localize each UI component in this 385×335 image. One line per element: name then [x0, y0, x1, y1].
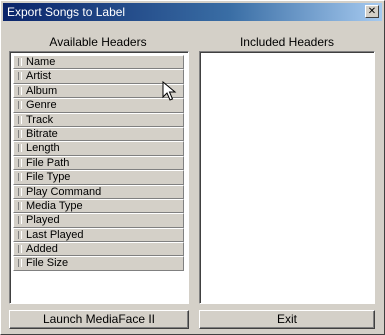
list-item-label: Bitrate	[26, 127, 58, 140]
arrow-cursor-icon	[162, 81, 177, 101]
drag-grip-icon	[18, 187, 22, 196]
list-item-label: Played	[26, 214, 60, 227]
list-item[interactable]: File Type	[13, 170, 184, 185]
drag-grip-icon	[18, 144, 22, 153]
list-item[interactable]: File Size	[13, 256, 184, 271]
included-headers-list[interactable]	[199, 51, 375, 304]
list-item-label: Media Type	[26, 199, 83, 212]
list-item-label: Name	[26, 56, 56, 68]
drag-grip-icon	[18, 201, 22, 210]
list-item-label: Length	[26, 142, 60, 155]
list-item[interactable]: Last Played	[13, 227, 184, 243]
list-item-label: Album	[26, 84, 58, 97]
available-items-container: Name Artist Album Genre Track Bitrate Length Fi…	[13, 55, 184, 271]
list-item-label: Added	[26, 243, 58, 256]
drag-grip-icon	[18, 216, 22, 225]
drag-grip-icon	[18, 158, 22, 167]
list-item[interactable]: Track	[13, 112, 184, 127]
exit-button[interactable]: Exit	[199, 310, 375, 329]
list-item[interactable]: Play Command	[13, 184, 184, 199]
drag-grip-icon	[18, 101, 22, 110]
list-item[interactable]: Played	[13, 213, 184, 228]
window-title: Export Songs to Label	[7, 5, 126, 19]
drag-grip-icon	[18, 115, 22, 124]
export-dialog: Export Songs to Label ✕ Available Header…	[0, 0, 385, 335]
close-icon: ✕	[367, 6, 377, 17]
drag-grip-icon	[18, 173, 22, 182]
list-item[interactable]: Artist	[13, 69, 184, 84]
included-headers-label: Included Headers	[239, 35, 335, 49]
list-item-label: Play Command	[26, 185, 102, 198]
drag-grip-icon	[18, 86, 22, 95]
drag-grip-icon	[18, 129, 22, 138]
drag-grip-icon	[18, 72, 22, 81]
title-bar[interactable]: Export Songs to Label ✕	[3, 3, 382, 21]
drag-grip-icon	[18, 230, 22, 239]
list-item[interactable]: Length	[13, 141, 184, 156]
list-item[interactable]: Genre	[13, 98, 184, 113]
list-item[interactable]: Bitrate	[13, 126, 184, 142]
drag-grip-icon	[18, 58, 22, 66]
drag-grip-icon	[18, 259, 22, 268]
list-item-label: File Type	[26, 171, 71, 184]
list-item-label: Genre	[26, 99, 57, 112]
list-item-label: Track	[26, 113, 54, 126]
drag-grip-icon	[18, 245, 22, 254]
list-item-label: Artist	[26, 70, 52, 83]
list-item[interactable]: Album	[13, 83, 184, 99]
list-item[interactable]: Name	[13, 55, 184, 70]
list-item[interactable]: Media Type	[13, 198, 184, 214]
list-item[interactable]: Added	[13, 242, 184, 257]
close-button[interactable]: ✕	[365, 5, 379, 18]
list-item-label: Last Played	[26, 228, 84, 241]
list-item-label: File Path	[26, 156, 70, 169]
available-headers-label: Available Headers	[49, 35, 147, 49]
list-item-label: File Size	[26, 257, 69, 270]
launch-mediaface-button[interactable]: Launch MediaFace II	[9, 310, 189, 329]
list-item[interactable]: File Path	[13, 155, 184, 171]
